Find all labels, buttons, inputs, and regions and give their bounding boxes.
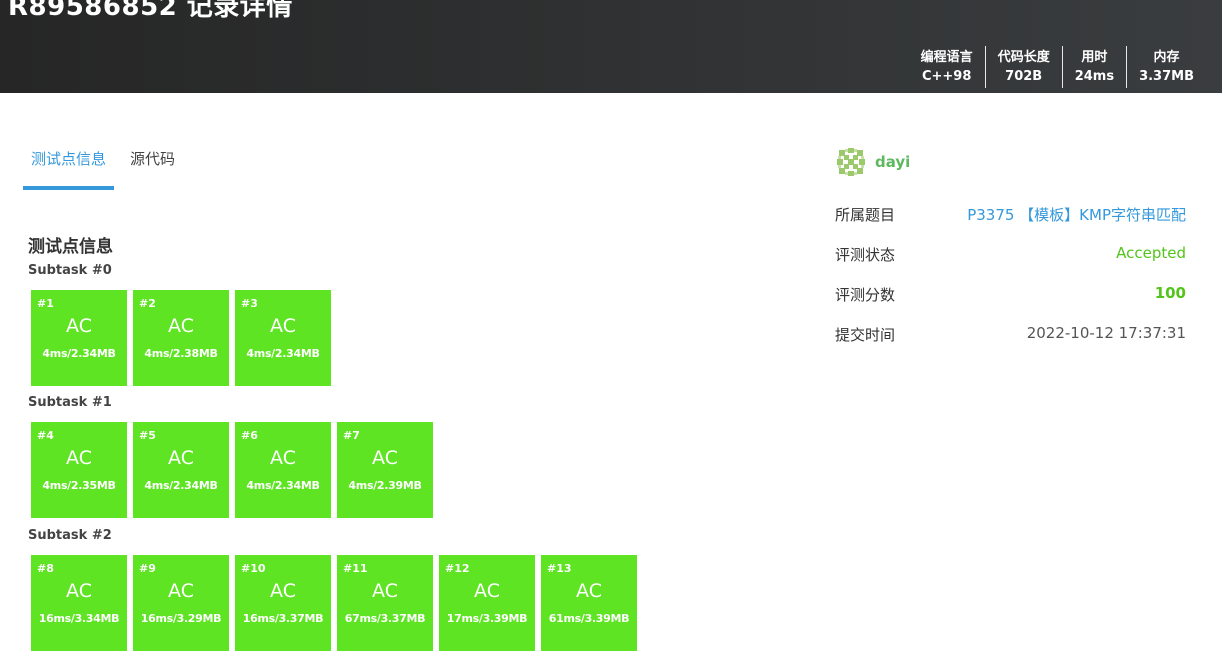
testcase-usage: 17ms/3.39MB <box>446 612 528 625</box>
testcase-usage: 4ms/2.34MB <box>246 347 320 360</box>
info-score-label: 评测分数 <box>835 286 896 304</box>
testcase-status: AC <box>372 447 398 469</box>
stat-language: 编程语言 C++98 <box>909 46 985 88</box>
testcase-usage: 61ms/3.39MB <box>548 612 630 625</box>
testcase-status: AC <box>66 580 92 602</box>
testcase-id: #3 <box>241 297 258 310</box>
testcase-tile[interactable]: #11 AC 67ms/3.37MB <box>337 555 433 651</box>
subtask-label: Subtask #2 <box>28 528 112 543</box>
subtask-label: Subtask #0 <box>28 263 112 278</box>
stat-code-length-label: 代码长度 <box>997 50 1050 65</box>
problem-link[interactable]: P3375 【模板】KMP字符串匹配 <box>967 204 1186 225</box>
stat-code-length: 代码长度 702B <box>984 46 1062 88</box>
testcase-tile[interactable]: #13 AC 61ms/3.39MB <box>541 555 637 651</box>
info-problem: 所属题目 P3375 【模板】KMP字符串匹配 <box>835 204 1186 225</box>
testcase-tile[interactable]: #9 AC 16ms/3.29MB <box>133 555 229 651</box>
testcase-status: AC <box>168 580 194 602</box>
testcase-usage: 4ms/2.34MB <box>144 479 218 492</box>
testcase-usage: 4ms/2.38MB <box>144 347 218 360</box>
info-score: 评测分数 100 <box>835 284 1186 305</box>
testcase-id: #8 <box>37 562 54 575</box>
testcase-tile[interactable]: #3 AC 4ms/2.34MB <box>235 290 331 386</box>
testcase-id: #1 <box>37 297 54 310</box>
testcase-id: #12 <box>445 562 470 575</box>
stat-language-label: 编程语言 <box>920 50 973 65</box>
info-status: 评测状态 Accepted <box>835 244 1186 265</box>
testcase-tile[interactable]: #2 AC 4ms/2.38MB <box>133 290 229 386</box>
testcase-id: #13 <box>547 562 572 575</box>
user-info: dayi <box>835 145 1186 179</box>
testcase-usage: 4ms/2.39MB <box>348 479 422 492</box>
record-header: R89586852 记录详情 编程语言 C++98 代码长度 702B 用时 2… <box>0 0 1222 93</box>
testcase-status: AC <box>474 580 500 602</box>
stat-time: 用时 24ms <box>1061 46 1126 88</box>
testcase-usage: 16ms/3.37MB <box>242 612 324 625</box>
score-value: 100 <box>1154 284 1186 302</box>
tab-source-code[interactable]: 源代码 <box>122 137 183 190</box>
tab-testcases[interactable]: 测试点信息 <box>23 137 115 190</box>
testcase-usage: 4ms/2.34MB <box>42 347 116 360</box>
testcase-status: AC <box>168 315 194 337</box>
testcase-id: #7 <box>343 429 360 442</box>
info-status-label: 评测状态 <box>835 246 896 264</box>
avatar-identicon[interactable] <box>835 146 867 178</box>
stat-time-value: 24ms <box>1074 69 1115 84</box>
info-submit-time-label: 提交时间 <box>835 326 896 344</box>
stat-code-length-value: 702B <box>1005 69 1043 84</box>
submit-time-value: 2022-10-12 17:37:31 <box>1026 324 1186 342</box>
testcase-tile[interactable]: #4 AC 4ms/2.35MB <box>31 422 127 518</box>
testcase-tile[interactable]: #6 AC 4ms/2.34MB <box>235 422 331 518</box>
testcase-id: #11 <box>343 562 368 575</box>
subtask-cases: #1 AC 4ms/2.34MB #2 AC 4ms/2.38MB #3 AC 4ms/2.34… <box>31 290 337 386</box>
record-stats: 编程语言 C++98 代码长度 702B 用时 24ms 内存 3.37MB <box>909 46 1206 88</box>
testcase-status: AC <box>372 580 398 602</box>
stat-memory: 内存 3.37MB <box>1126 46 1206 88</box>
testcase-usage: 4ms/2.34MB <box>246 479 320 492</box>
subtask-label: Subtask #1 <box>28 395 112 410</box>
testcase-tile[interactable]: #12 AC 17ms/3.39MB <box>439 555 535 651</box>
testcase-tile[interactable]: #10 AC 16ms/3.37MB <box>235 555 331 651</box>
testcase-usage: 16ms/3.34MB <box>38 612 120 625</box>
page-title: R89586852 记录详情 <box>8 0 293 22</box>
stat-time-label: 用时 <box>1081 50 1108 65</box>
testcase-id: #2 <box>139 297 156 310</box>
testcase-status: AC <box>66 447 92 469</box>
testcase-status: AC <box>66 315 92 337</box>
testcase-tile[interactable]: #7 AC 4ms/2.39MB <box>337 422 433 518</box>
testcase-status: AC <box>168 447 194 469</box>
stat-language-value: C++98 <box>921 69 972 84</box>
username-link[interactable]: dayi <box>875 153 910 171</box>
testcase-tile[interactable]: #1 AC 4ms/2.34MB <box>31 290 127 386</box>
stat-memory-label: 内存 <box>1153 50 1180 65</box>
subtask-cases: #4 AC 4ms/2.35MB #5 AC 4ms/2.34MB #6 AC 4ms/2.34… <box>31 422 439 518</box>
section-title: 测试点信息 <box>28 237 113 257</box>
record-tabs: 测试点信息 源代码 <box>23 137 183 190</box>
testcase-id: #6 <box>241 429 258 442</box>
info-submit-time: 提交时间 2022-10-12 17:37:31 <box>835 324 1186 345</box>
testcase-status: AC <box>270 580 296 602</box>
status-value: Accepted <box>1116 244 1186 262</box>
testcase-id: #5 <box>139 429 156 442</box>
subtask-cases: #8 AC 16ms/3.34MB #9 AC 16ms/3.29MB #10 AC 16ms/… <box>31 555 643 651</box>
testcase-usage: 16ms/3.29MB <box>140 612 222 625</box>
testcase-usage: 4ms/2.35MB <box>42 479 116 492</box>
testcase-status: AC <box>270 447 296 469</box>
testcase-tile[interactable]: #8 AC 16ms/3.34MB <box>31 555 127 651</box>
testcase-id: #4 <box>37 429 54 442</box>
info-problem-label: 所属题目 <box>835 206 896 224</box>
testcase-usage: 67ms/3.37MB <box>344 612 426 625</box>
testcase-id: #9 <box>139 562 156 575</box>
testcase-tile[interactable]: #5 AC 4ms/2.34MB <box>133 422 229 518</box>
stat-memory-value: 3.37MB <box>1139 69 1194 84</box>
testcase-status: AC <box>270 315 296 337</box>
testcase-id: #10 <box>241 562 266 575</box>
record-sidebar: dayi 所属题目 P3375 【模板】KMP字符串匹配 评测状态 Accept… <box>835 145 1186 344</box>
testcase-status: AC <box>576 580 602 602</box>
